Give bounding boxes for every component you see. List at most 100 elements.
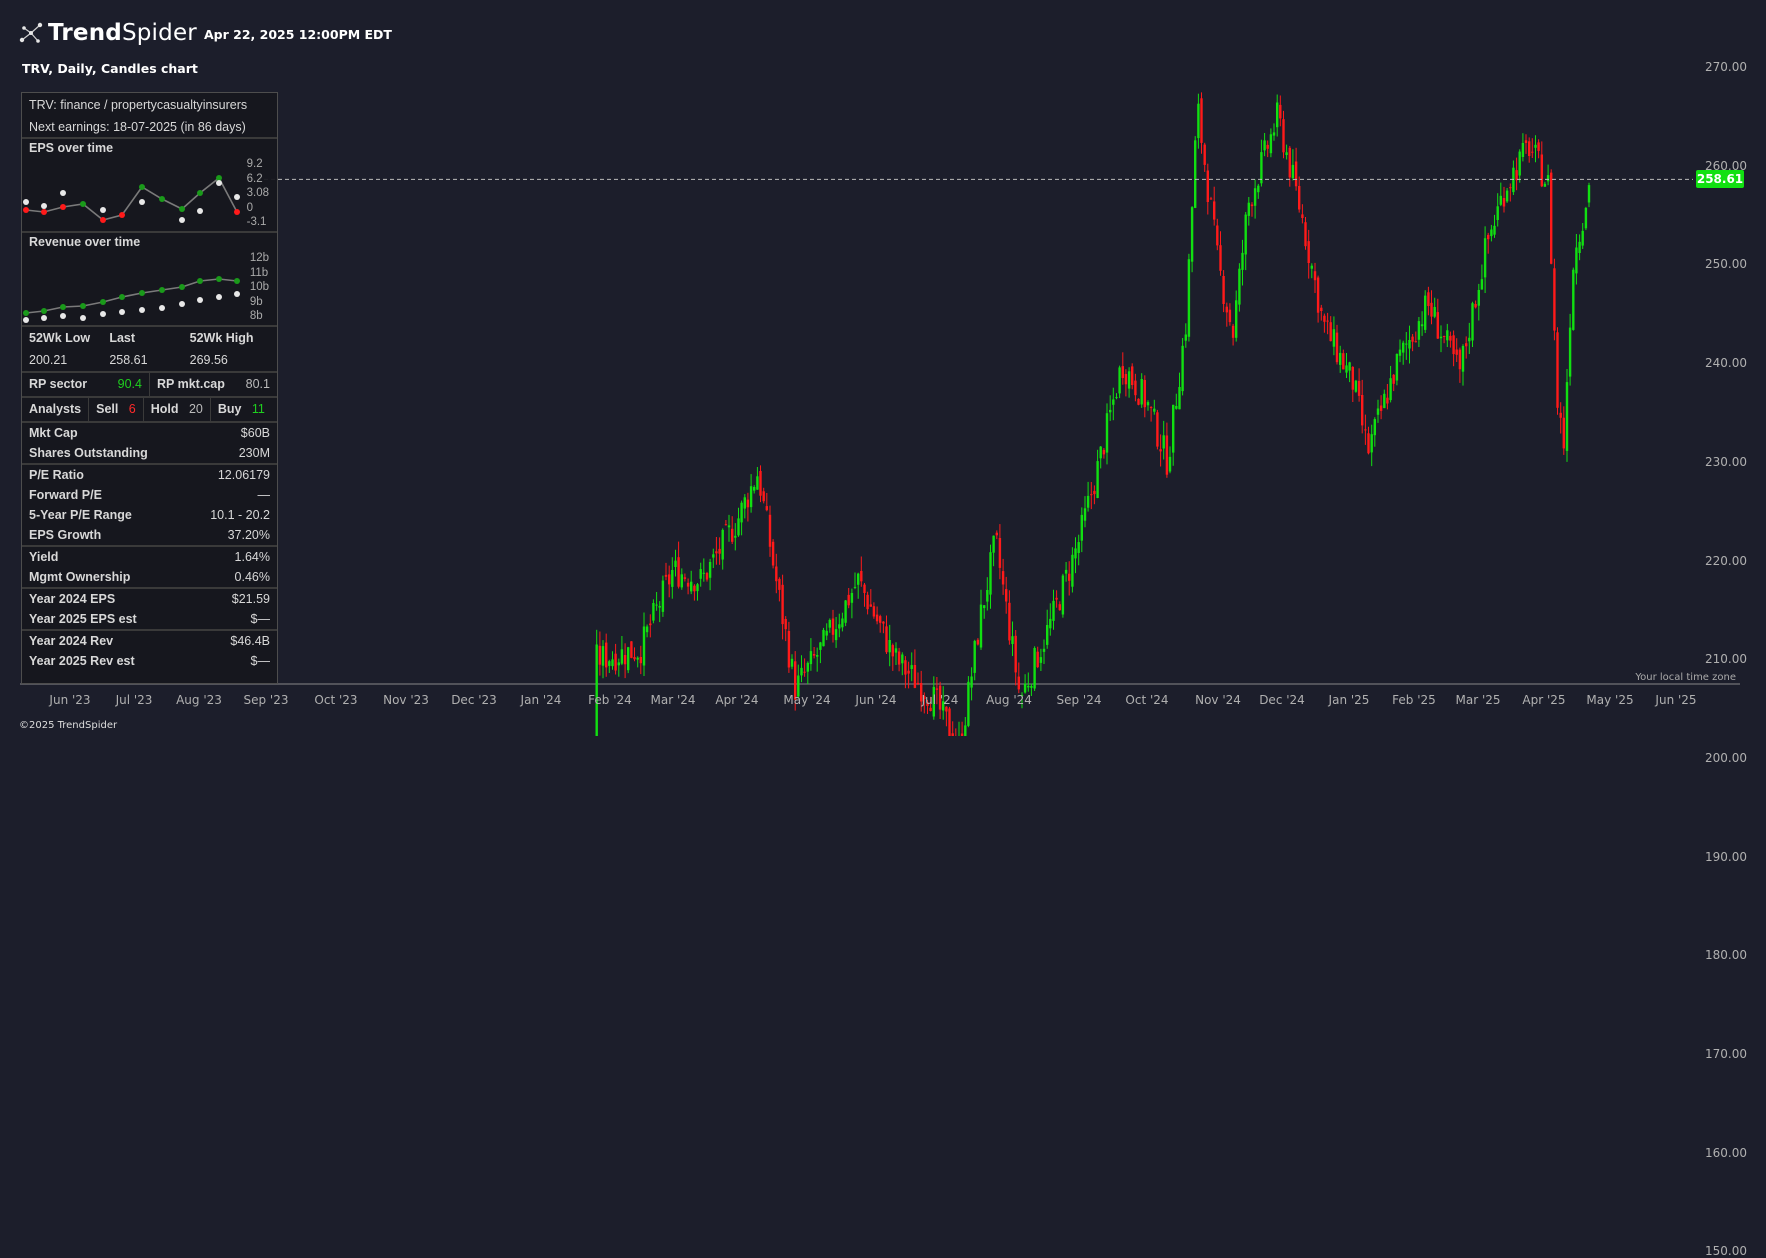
candle-body — [1036, 651, 1039, 668]
candle-body — [1357, 380, 1361, 396]
candle-body — [636, 657, 639, 660]
candle-body — [668, 574, 671, 585]
candle-body — [1575, 247, 1578, 274]
rp-sector-value: 90.4 — [117, 377, 142, 391]
revenue-scale: 12b 11b 10b 9b 8b — [250, 251, 269, 324]
candle-body — [1411, 336, 1414, 342]
candle-body — [702, 572, 705, 574]
candle-body — [1298, 186, 1301, 210]
candle-body — [1364, 429, 1367, 431]
mini-chart-point — [234, 209, 240, 215]
candle-body — [910, 665, 913, 669]
candle-body — [1540, 154, 1543, 187]
candle-body — [850, 593, 854, 603]
price-axis-label: 240.00 — [1705, 356, 1747, 371]
eps-mini-chart — [23, 175, 240, 223]
candle-body — [1420, 324, 1424, 327]
mini-chart-point — [139, 290, 145, 296]
candle-body — [1291, 164, 1295, 179]
candle-body — [1061, 575, 1065, 615]
candle-body — [1090, 494, 1093, 496]
candle-body — [800, 667, 803, 676]
candle-body — [1468, 337, 1471, 342]
price-axis-label: 270.00 — [1705, 60, 1747, 74]
time-axis-label: Feb '25 — [1392, 693, 1436, 707]
candle-body — [1461, 346, 1465, 372]
candle-body — [819, 642, 822, 650]
candle-body — [1253, 188, 1257, 206]
candle-body — [759, 471, 762, 496]
time-axis-label: Sep '24 — [1056, 693, 1102, 707]
time-axis-label: Dec '24 — [1259, 693, 1305, 707]
candle-body — [756, 476, 759, 490]
next-earnings: Next earnings: 18-07-2025 (in 86 days) — [29, 120, 246, 134]
eps-title: EPS over time — [29, 141, 114, 155]
candle-body — [1083, 508, 1087, 521]
year-2025-eps-label: Year 2025 EPS est — [29, 612, 137, 626]
candle-body — [1345, 365, 1348, 373]
candle-body — [1055, 597, 1058, 600]
candle-body — [1518, 151, 1521, 176]
candle-body — [1225, 306, 1228, 313]
candle-body — [1137, 398, 1140, 405]
candle-body — [1269, 134, 1273, 154]
candle-body — [1241, 252, 1244, 270]
mini-chart-point — [80, 201, 86, 207]
mini-chart-point — [179, 206, 185, 212]
price-axis-label: 210.00 — [1705, 652, 1747, 667]
candle-body — [1543, 183, 1547, 187]
candle-body — [1562, 417, 1565, 449]
candle-body — [1153, 408, 1156, 412]
candle-body — [1231, 325, 1235, 338]
fundamentals-3: Yield 1.64% Mgmt Ownership 0.46% — [22, 547, 277, 589]
price-axis-label: 200.00 — [1705, 750, 1747, 765]
mini-chart-point — [23, 207, 29, 213]
candle-body — [753, 487, 756, 491]
candle-body — [1175, 406, 1178, 409]
rp-mktcap-label: RP mkt.cap — [157, 377, 225, 391]
candle-body — [746, 499, 750, 508]
mini-chart-line — [25, 176, 238, 221]
price-axis-label: 150.00 — [1705, 1244, 1747, 1258]
candle-body — [1499, 195, 1502, 205]
mini-chart-estimate — [197, 297, 203, 303]
mini-chart-point — [23, 310, 29, 316]
mini-chart-estimate — [80, 315, 86, 321]
candle-body — [1058, 604, 1061, 611]
mini-chart-point — [216, 276, 222, 282]
candle-body — [831, 618, 835, 635]
candle-body — [853, 586, 857, 588]
mini-chart-point — [100, 299, 106, 305]
price-axis-label: 220.00 — [1705, 553, 1747, 568]
candle-body — [734, 535, 737, 538]
candle-body — [731, 528, 734, 542]
candle-body — [1033, 648, 1036, 689]
candle-body — [998, 538, 1002, 568]
candle-body — [1332, 329, 1336, 347]
candle-body — [1361, 395, 1364, 426]
revenue-title: Revenue over time — [29, 235, 141, 249]
revenue-scale-label: 9b — [249, 295, 263, 308]
yield-label: Yield — [29, 550, 59, 564]
time-axis-label: Apr '25 — [1522, 693, 1566, 707]
candle-body — [1042, 648, 1046, 652]
candle-body — [1105, 413, 1109, 453]
fundamentals-1: Mkt Cap $60B Shares Outstanding 230M — [22, 423, 277, 465]
candle-body — [727, 525, 731, 528]
mini-chart-estimate — [60, 190, 66, 196]
candle-body — [860, 571, 863, 582]
candle-body — [1209, 198, 1213, 200]
price-axis-label: 180.00 — [1705, 948, 1747, 963]
candle-body — [1115, 397, 1118, 399]
candle-body — [1316, 277, 1320, 313]
candle-body — [671, 570, 674, 587]
candle-body — [875, 614, 879, 622]
mgmt-ownership-label: Mgmt Ownership — [29, 570, 131, 584]
range-section: 52Wk Low Last 52Wk High 200.21 258.61 26… — [22, 327, 277, 373]
timezone-label[interactable]: Your local time zone — [1635, 672, 1736, 683]
candle-body — [838, 624, 841, 629]
wk52-low-value: 200.21 — [29, 353, 68, 367]
candle-body — [1339, 352, 1342, 365]
candle-body — [1184, 334, 1187, 341]
mini-chart-estimate — [179, 301, 185, 307]
